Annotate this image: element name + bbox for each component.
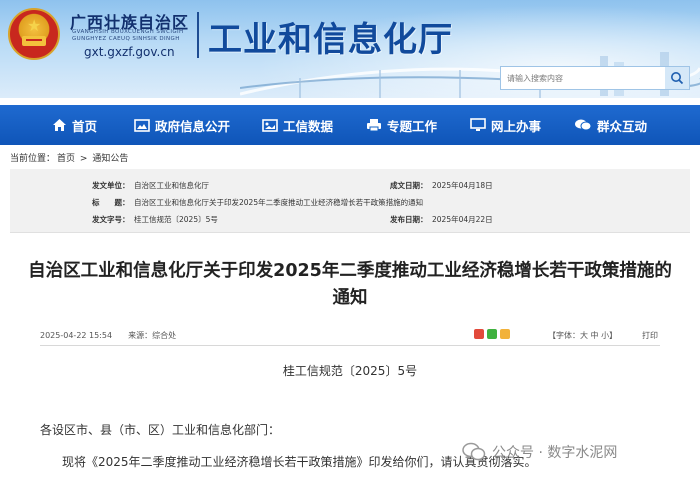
document-number: 桂工信规范〔2025〕5号 (282, 364, 418, 378)
doc-number-value: 桂工信规范〔2025〕5号 (134, 215, 218, 224)
nav-label: 群众互动 (597, 118, 648, 134)
article-title-line-2: 通知 (332, 288, 368, 308)
salutation: 各设区市、县（市、区）工业和信息化部门： (40, 423, 281, 437)
main-nav: 首页 政府信息公开 工信数据 专题工作 网上办事 群众互动 (0, 105, 700, 145)
site-url[interactable]: gxt.gxzf.gov.cn (84, 45, 175, 59)
image-icon (134, 118, 150, 132)
nav-label: 专题工作 (387, 118, 438, 134)
nav-item-online-service[interactable]: 网上办事 (470, 105, 541, 145)
home-icon (53, 119, 66, 131)
print-button[interactable]: 打印 (642, 330, 658, 341)
article-title-line-1: 自治区工业和信息化厅关于印发2025年二季度推动工业经济稳增长若干政策措施的 (28, 261, 672, 281)
region-name-zhuang-1: GVANGHSIH BOUXCUENGH SWCIGIH (72, 29, 184, 35)
monitor-icon (470, 118, 486, 131)
divider (40, 345, 660, 346)
nav-item-topics[interactable]: 专题工作 (366, 105, 437, 145)
article-info: 2025-04-22 15:54 来源：综合处 (40, 330, 176, 341)
header-divider (197, 12, 199, 58)
search-button[interactable] (665, 67, 689, 89)
font-size-switch[interactable]: 【字体：大 中 小】 (548, 330, 617, 341)
wechat-watermark: 公众号 · 数字水泥网 (462, 442, 617, 462)
nav-label: 首页 (72, 118, 98, 134)
title-value: 自治区工业和信息化厅关于印发2025年二季度推动工业经济稳增长若干政策措施的通知 (134, 198, 424, 207)
article-title: 自治区工业和信息化厅关于印发2025年二季度推动工业经济稳增长若干政策措施的 通… (20, 258, 680, 312)
nav-label: 工信数据 (283, 118, 334, 134)
qzone-share-icon[interactable] (500, 329, 510, 339)
breadcrumb-current[interactable]: 通知公告 (92, 154, 128, 164)
created-date-value: 2025年04月18日 (432, 181, 493, 190)
chat-icon (575, 119, 592, 131)
issuer-label: 发文单位： (92, 181, 130, 190)
search-input[interactable] (501, 67, 665, 89)
created-date-label: 成文日期： (390, 181, 428, 190)
picture-icon (262, 118, 278, 132)
national-emblem: ★ (8, 8, 60, 60)
published-date-label: 发布日期： (390, 215, 428, 224)
header-banner: ★ 广西壮族自治区 GVANGHSIH BOUXCUENGH SWCIGIH G… (0, 0, 700, 98)
published-date-value: 2025年04月22日 (432, 215, 493, 224)
breadcrumb: 当前位置： 首页 > 通知公告 (10, 151, 130, 164)
printer-icon (367, 119, 381, 132)
region-name-zhuang-2: GUNGHYEZ CAEUQ SINHSIK DINGH (72, 36, 180, 42)
publish-datetime: 2025-04-22 15:54 (40, 331, 113, 340)
wechat-logo-icon (462, 442, 486, 461)
nav-item-interaction[interactable]: 群众互动 (574, 105, 647, 145)
nav-label: 政府信息公开 (155, 118, 231, 134)
issuer-value: 自治区工业和信息化厅 (134, 181, 209, 190)
share-bar (474, 329, 510, 339)
nav-item-gov-info[interactable]: 政府信息公开 (134, 105, 230, 145)
watermark-text: 公众号 · 数字水泥网 (492, 445, 618, 461)
weibo-share-icon[interactable] (474, 329, 484, 339)
nav-item-data[interactable]: 工信数据 (262, 105, 333, 145)
search-icon (671, 72, 684, 85)
department-title: 工业和信息化厅 (208, 20, 453, 60)
title-label: 标 题： (92, 198, 130, 207)
search-box (500, 66, 690, 90)
nav-label: 网上办事 (491, 118, 542, 134)
breadcrumb-home[interactable]: 首页 (57, 154, 75, 164)
nav-item-home[interactable]: 首页 (52, 105, 97, 145)
article-source: 来源：综合处 (128, 331, 177, 340)
doc-number-label: 发文字号： (92, 215, 130, 224)
wechat-share-icon[interactable] (487, 329, 497, 339)
document-meta-table: 发文单位： 自治区工业和信息化厅 成文日期： 2025年04月18日 标 题： … (10, 169, 690, 233)
breadcrumb-prefix: 当前位置： (10, 154, 56, 164)
breadcrumb-separator: > (79, 154, 88, 164)
